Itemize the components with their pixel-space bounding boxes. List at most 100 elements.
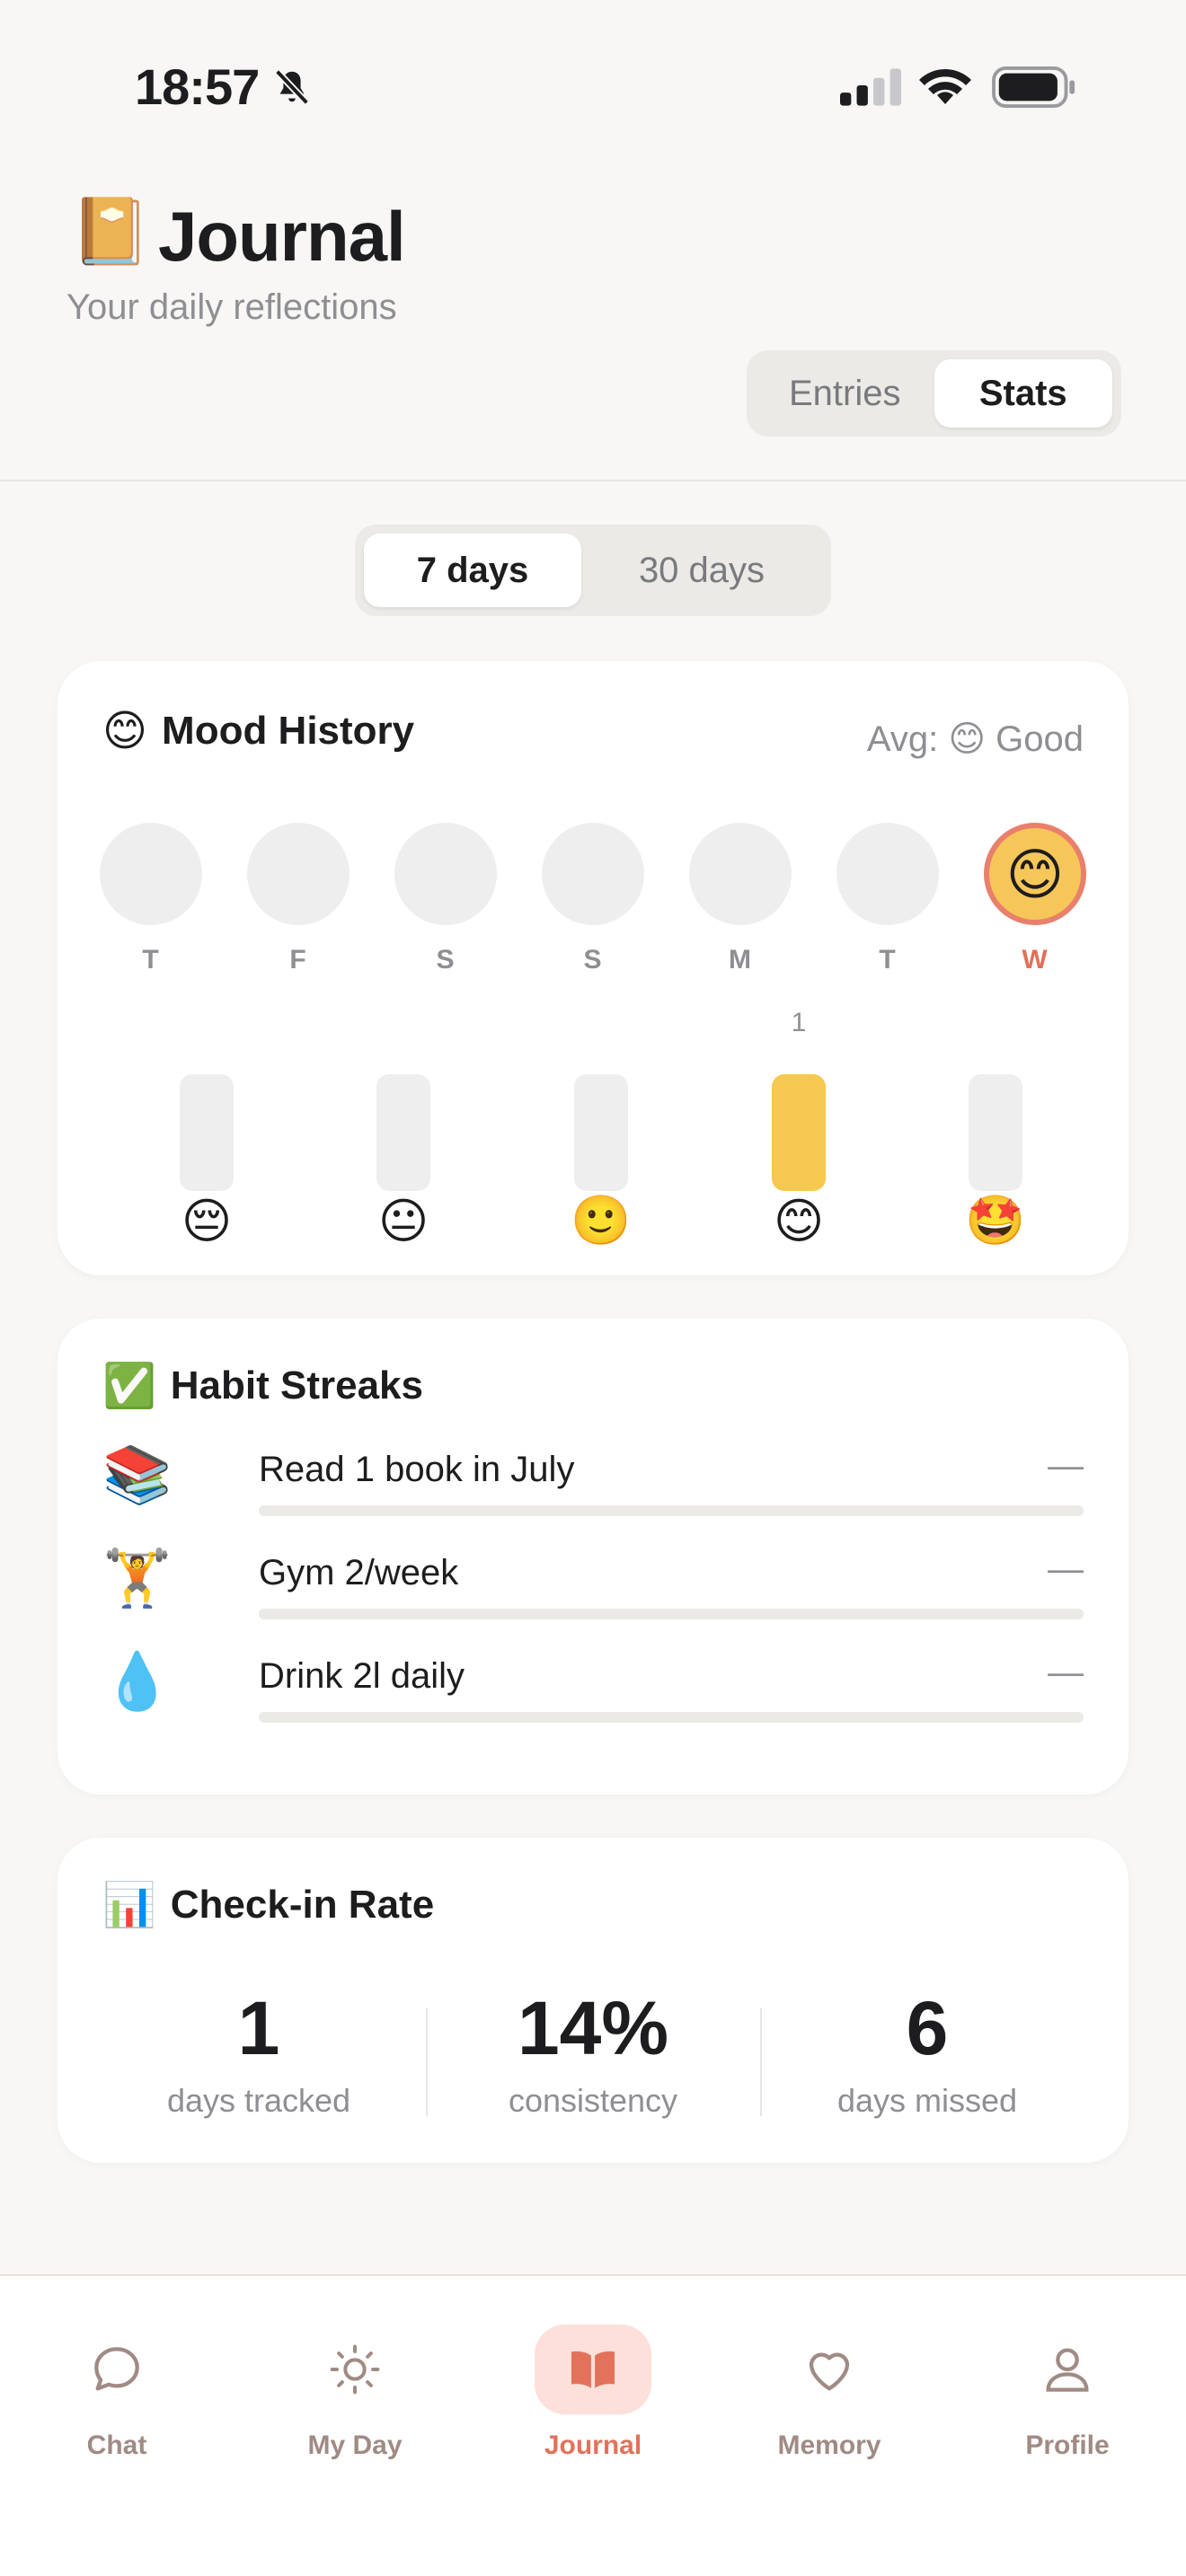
smile-emoji-icon: 😊 — [102, 708, 148, 755]
stat-value: 14% — [517, 1986, 669, 2070]
mood-distribution-bar — [772, 1074, 826, 1191]
tab-label: Memory — [777, 2430, 881, 2460]
mood-average-label: Avg: — [866, 719, 939, 759]
book-icon — [571, 2351, 615, 2388]
tab-stats[interactable]: Stats — [934, 359, 1112, 428]
mood-distribution-column: 🙂 — [565, 1008, 637, 1250]
range-30-days-button[interactable]: 30 days — [581, 534, 822, 607]
mood-history-card: 😊 Mood History Avg: 😊 Good T F S S M T 😊… — [58, 661, 1128, 1275]
habit-row[interactable]: 📚 Read 1 book in July — — [102, 1442, 1084, 1532]
stat-days-missed: 6 days missed — [760, 1990, 1094, 2134]
journal-notebook-icon: 📔 — [70, 196, 151, 268]
bar-chart-icon: 📊 — [102, 1882, 156, 1929]
habit-streaks-title-text: Habit Streaks — [170, 1363, 423, 1407]
mood-distribution-bar — [969, 1074, 1022, 1191]
tab-entries[interactable]: Entries — [756, 359, 934, 428]
mood-day[interactable]: F — [246, 823, 350, 975]
mood-average-text: Good — [996, 719, 1084, 759]
mood-distribution-column: 😔 — [171, 1008, 243, 1250]
stat-days-tracked: 1 days tracked — [92, 1990, 426, 2134]
star-struck-emoji-icon: 🤩 — [965, 1194, 1026, 1248]
water-drop-icon: 💧 — [102, 1651, 173, 1713]
weightlifter-icon: 🏋️ — [102, 1548, 173, 1610]
mood-day-circle — [836, 823, 939, 925]
mood-day-label: T — [142, 945, 160, 975]
chat-bubble-icon — [94, 2347, 139, 2391]
page-title: Journal — [158, 197, 406, 276]
habit-row[interactable]: 💧 Drink 2l daily — — [102, 1649, 1084, 1739]
mood-average: Avg: 😊 Good — [867, 719, 1084, 760]
stat-consistency: 14% consistency — [426, 1990, 760, 2134]
stat-value: 1 — [237, 1986, 280, 2070]
mood-day-label: S — [436, 945, 456, 975]
mood-day-circle — [689, 823, 792, 925]
mood-day-label: M — [729, 945, 752, 975]
mood-day[interactable]: T — [99, 823, 203, 975]
heart-icon — [809, 2352, 850, 2391]
habit-streaks-card: ✅ Habit Streaks 📚 Read 1 book in July — … — [58, 1319, 1128, 1795]
mood-day-circle — [100, 823, 202, 925]
tab-label: My Day — [307, 2430, 403, 2460]
mood-day-circle — [394, 823, 497, 925]
mood-day-circle — [247, 823, 350, 925]
bottom-tab-bar: Chat My Day Journal Memory Profile — [0, 2274, 1186, 2576]
page-subtitle: Your daily reflections — [66, 287, 397, 327]
mood-day-label: T — [879, 945, 897, 975]
cellular-signal-icon — [840, 68, 901, 106]
mood-day-label: F — [289, 945, 307, 975]
mood-day-today[interactable]: 😊 W — [983, 823, 1087, 975]
mood-distribution-column: 😐 — [367, 1008, 439, 1250]
range-7-days-button[interactable]: 7 days — [364, 534, 581, 607]
mood-day-label: S — [583, 945, 603, 975]
tab-my-day[interactable]: My Day — [265, 2325, 445, 2461]
tab-journal[interactable]: Journal — [503, 2325, 683, 2461]
checkin-stats-row: 1 days tracked 14% consistency 6 days mi… — [58, 1990, 1128, 2134]
checkin-rate-card: 📊 Check-in Rate 1 days tracked 14% consi… — [58, 1838, 1128, 2163]
mood-average-emoji: 😊 — [948, 719, 987, 759]
mood-distribution-bar — [574, 1074, 628, 1191]
mood-history-title-text: Mood History — [162, 709, 415, 753]
mood-distribution: 😔 😐 🙂 1 😊 🤩 — [171, 1008, 1026, 1250]
mood-day[interactable]: S — [541, 823, 645, 975]
person-icon — [1046, 2348, 1089, 2392]
mood-day[interactable]: M — [688, 823, 792, 975]
tab-label: Profile — [1025, 2430, 1110, 2460]
mood-distribution-bar — [376, 1074, 430, 1191]
mood-day[interactable]: T — [836, 823, 940, 975]
checkin-rate-title: 📊 Check-in Rate — [102, 1879, 434, 1930]
stat-value: 6 — [906, 1986, 949, 2070]
habit-progress-track — [259, 1609, 1084, 1619]
mood-day-circle — [542, 823, 644, 925]
check-mark-icon: ✅ — [102, 1363, 156, 1410]
habit-streaks-title: ✅ Habit Streaks — [102, 1360, 423, 1411]
smile-emoji-icon: 😊 — [773, 1195, 825, 1248]
mood-day[interactable]: S — [394, 823, 498, 975]
bell-off-icon — [274, 69, 310, 105]
mood-history-title: 😊 Mood History — [102, 706, 414, 756]
stat-label: days missed — [836, 2082, 1018, 2119]
mood-distribution-column: 🤩 — [960, 1008, 1031, 1250]
mood-distribution-column: 1 😊 — [763, 1008, 835, 1250]
status-time: 18:57 — [135, 58, 260, 115]
habit-streak-value: — — [1048, 1446, 1084, 1486]
battery-icon — [992, 66, 1075, 108]
sun-icon — [330, 2344, 380, 2395]
habit-label: Read 1 book in July — [259, 1450, 575, 1489]
pensive-emoji-icon: 😔 — [181, 1195, 233, 1248]
mood-day-label-today: W — [1022, 945, 1049, 975]
tab-label: Chat — [86, 2430, 147, 2460]
books-icon: 📚 — [102, 1444, 173, 1506]
habit-row[interactable]: 🏋️ Gym 2/week — — [102, 1546, 1084, 1636]
neutral-emoji-icon: 😐 — [377, 1195, 429, 1248]
tab-memory[interactable]: Memory — [739, 2325, 919, 2461]
slight-smile-emoji-icon: 🙂 — [571, 1194, 632, 1248]
habit-label: Gym 2/week — [259, 1553, 459, 1592]
wifi-icon — [919, 68, 971, 104]
mood-day-circle-today: 😊 — [984, 823, 1086, 925]
tab-label: Journal — [544, 2430, 642, 2460]
habit-progress-track — [259, 1505, 1084, 1516]
stat-label: days tracked — [166, 2082, 351, 2119]
tab-profile[interactable]: Profile — [978, 2325, 1157, 2461]
status-bar: 18:57 — [0, 0, 1186, 162]
tab-chat[interactable]: Chat — [27, 2325, 207, 2461]
